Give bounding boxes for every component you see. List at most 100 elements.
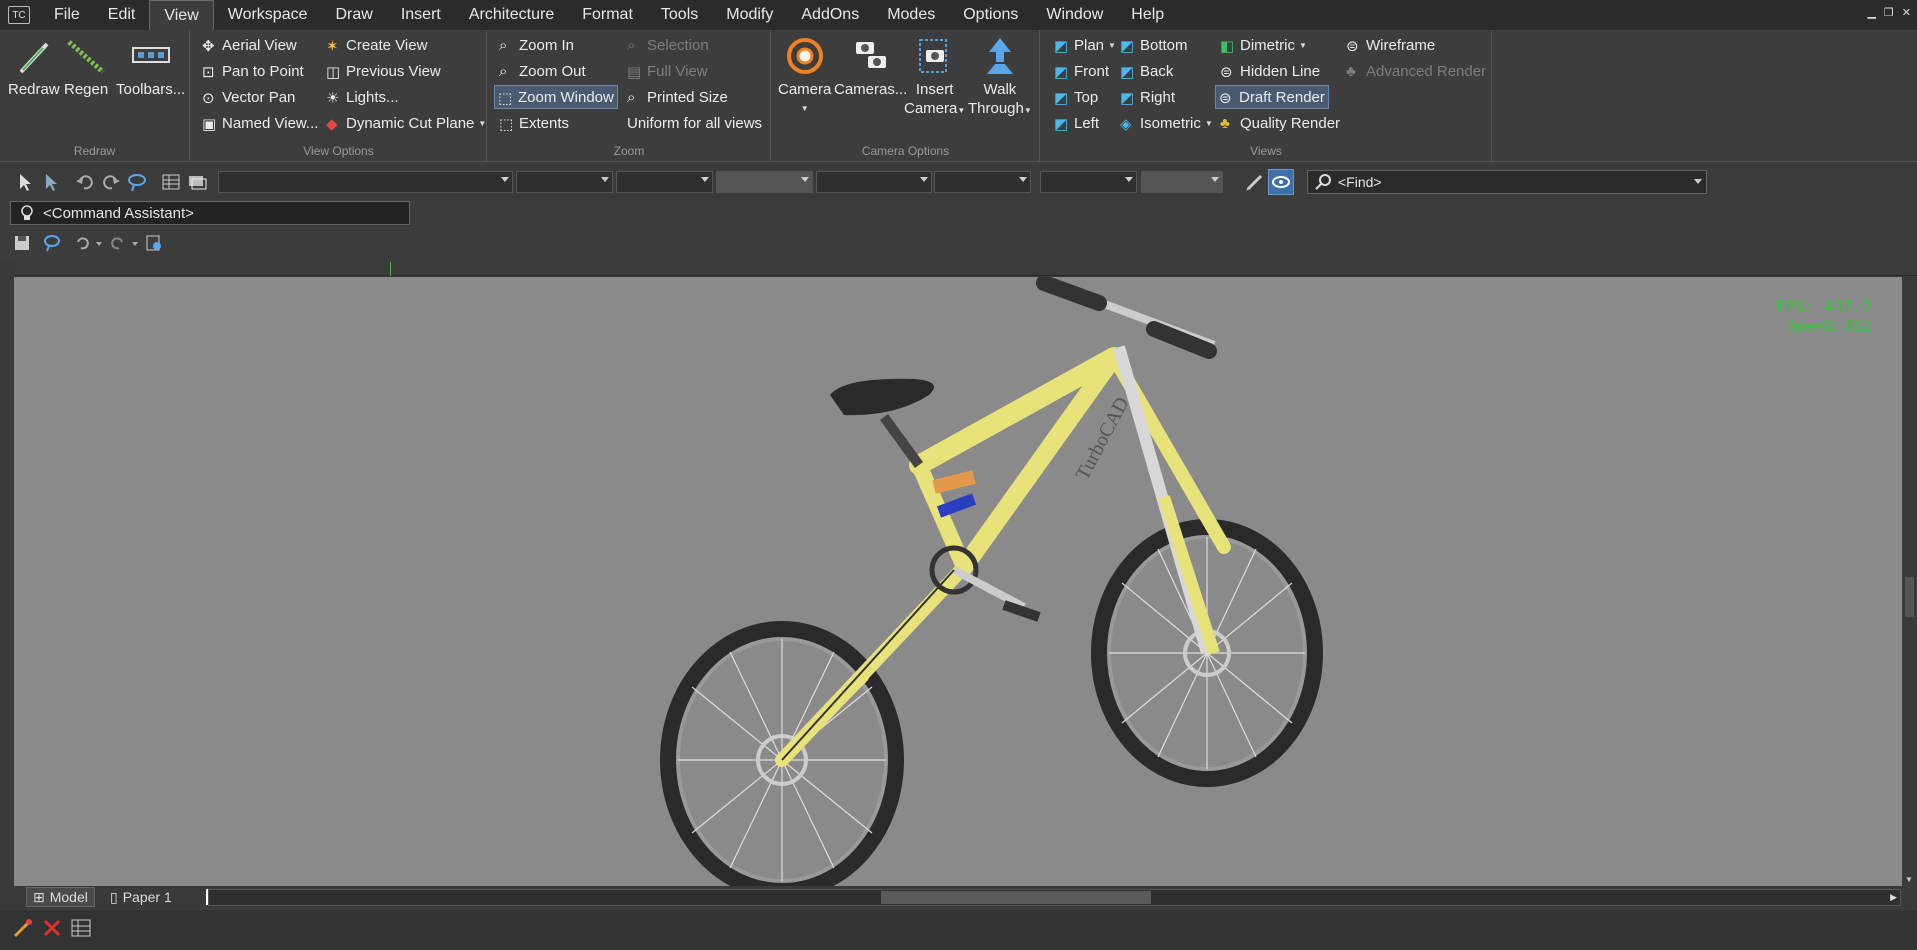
zoom-in-button[interactable]: ⌕ Zoom In [496, 33, 577, 57]
menu-modify[interactable]: Modify [712, 0, 787, 30]
draft-render-button[interactable]: ⊜ Draft Render [1215, 85, 1329, 109]
minimize-icon[interactable]: ▁ [1867, 6, 1875, 19]
dynamic-cut-plane-button[interactable]: ◆ Dynamic Cut Plane ▼ [323, 111, 489, 135]
render-toggle-icon[interactable] [1268, 169, 1294, 195]
vertical-scroll-thumb[interactable] [1905, 577, 1914, 617]
select-arrow-icon[interactable] [14, 171, 36, 193]
front-view-button[interactable]: ◩ Front [1051, 59, 1112, 83]
menu-insert[interactable]: Insert [387, 0, 455, 30]
scroll-right-icon[interactable]: ▶ [1890, 892, 1897, 903]
restore-icon[interactable]: ❐ [1884, 6, 1894, 19]
create-view-button[interactable]: ✶ Create View [323, 33, 430, 57]
layers-icon[interactable] [186, 171, 208, 193]
find-placeholder: <Find> [1338, 174, 1382, 190]
printed-size-button[interactable]: ⌕ Printed Size [624, 85, 731, 109]
tab-model[interactable]: ⊞ Model [26, 887, 95, 907]
pen-combo[interactable] [816, 171, 932, 193]
previous-view-button[interactable]: ◫ Previous View [323, 59, 444, 83]
menu-tools[interactable]: Tools [647, 0, 712, 30]
menu-modes[interactable]: Modes [873, 0, 949, 30]
right-view-button[interactable]: ◩ Right [1117, 85, 1178, 109]
lineweight-combo[interactable] [716, 171, 813, 193]
pencil-icon[interactable] [1244, 171, 1266, 193]
vector-pan-button[interactable]: ⊙ Vector Pan [199, 85, 298, 109]
vertical-scrollbar[interactable]: ▼ [1902, 277, 1917, 886]
app-icon[interactable]: TC [8, 6, 30, 24]
tab-paper-1[interactable]: ▯ Paper 1 [104, 887, 178, 907]
selection-button[interactable]: ⌕ Selection [624, 33, 712, 57]
menu-format[interactable]: Format [568, 0, 647, 30]
brush-combo[interactable] [934, 171, 1031, 193]
lasso-icon[interactable] [126, 171, 148, 193]
regen-button[interactable]: Regen [64, 36, 108, 99]
close-icon[interactable]: ✕ [1902, 6, 1911, 19]
quality-render-button[interactable]: ♣ Quality Render [1217, 111, 1343, 135]
menu-view[interactable]: View [149, 0, 214, 30]
thickness-combo[interactable] [1141, 171, 1223, 193]
menu-architecture[interactable]: Architecture [455, 0, 568, 30]
menu-window[interactable]: Window [1032, 0, 1117, 30]
wireframe-button[interactable]: ⊜ Wireframe [1343, 33, 1438, 57]
left-view-button[interactable]: ◩ Left [1051, 111, 1102, 135]
camera-target-icon [786, 38, 823, 74]
hidden-line-button[interactable]: ⊜ Hidden Line [1217, 59, 1323, 83]
dimetric-view-button[interactable]: ◧ Dimetric ▼ [1217, 33, 1310, 57]
group-view-options: ✥ Aerial View ⊡ Pan to Point ⊙ Vector Pan ▣… [191, 30, 487, 162]
insert-camera-button[interactable]: Insert Camera▼ [904, 36, 965, 120]
drawing-viewport[interactable]: FPS: 437.7 OpenGL ES2 TurboCAD [14, 277, 1902, 886]
extents-button[interactable]: ⬚ Extents [496, 111, 572, 135]
redraw-icon [19, 42, 49, 74]
undo-icon[interactable] [74, 171, 96, 193]
horizontal-scrollbar[interactable]: ▶ [208, 889, 1901, 906]
named-view-button[interactable]: ▣ Named View... [199, 111, 321, 135]
menu-addons[interactable]: AddOns [787, 0, 873, 30]
menu-draw[interactable]: Draw [321, 0, 386, 30]
top-view-button[interactable]: ◩ Top [1051, 85, 1101, 109]
table-view-icon[interactable] [70, 918, 92, 942]
table-icon[interactable] [160, 171, 182, 193]
redraw-button[interactable]: Redraw [8, 36, 60, 99]
customize-icon[interactable] [144, 233, 166, 255]
menu-edit[interactable]: Edit [94, 0, 150, 30]
snap-wand-icon[interactable] [12, 917, 34, 943]
linestyle-combo[interactable] [616, 171, 713, 193]
edit-tool-icon[interactable] [40, 171, 62, 193]
zoom-window-button[interactable]: ⬚ Zoom Window [494, 85, 618, 109]
plan-view-button[interactable]: ◩ Plan ▼ [1051, 33, 1119, 57]
pan-to-point-button[interactable]: ⊡ Pan to Point [199, 59, 307, 83]
lights-button[interactable]: ☀ Lights... [323, 85, 402, 109]
horizontal-scroll-thumb[interactable] [881, 891, 1151, 904]
save-icon[interactable] [12, 233, 34, 255]
walk-through-button[interactable]: Walk Through▼ [968, 36, 1032, 120]
full-view-button[interactable]: ▤ Full View [624, 59, 711, 83]
camera-button[interactable]: Camera ▼ [778, 36, 831, 118]
redo-icon[interactable] [100, 171, 122, 193]
vector-pan-icon: ⊙ [202, 90, 215, 107]
isometric-view-button[interactable]: ◈ Isometric ▼ [1117, 111, 1216, 135]
aerial-view-button[interactable]: ✥ Aerial View [199, 33, 300, 57]
advanced-render-button[interactable]: ♣ Advanced Render [1343, 59, 1489, 83]
chevron-down-icon[interactable] [1694, 179, 1702, 184]
uniform-all-views-button[interactable]: Uniform for all views [624, 111, 765, 135]
undo-history-icon[interactable] [72, 233, 102, 255]
layer-combo[interactable] [218, 171, 513, 193]
back-view-button[interactable]: ◩ Back [1117, 59, 1176, 83]
menu-options[interactable]: Options [949, 0, 1032, 30]
color-combo[interactable] [516, 171, 613, 193]
material-combo[interactable] [1040, 171, 1137, 193]
menu-help[interactable]: Help [1117, 0, 1178, 30]
cameras-button[interactable]: Cameras... [834, 36, 907, 99]
menu-workspace[interactable]: Workspace [214, 0, 322, 30]
lightbulb-icon [19, 204, 35, 226]
scroll-down-icon[interactable]: ▼ [1905, 875, 1913, 884]
bicycle-model[interactable]: TurboCAD [14, 277, 1902, 886]
redo-history-icon[interactable] [108, 233, 138, 255]
cancel-x-icon[interactable] [42, 918, 62, 942]
find-field[interactable]: <Find> [1307, 170, 1707, 194]
toolbars-button[interactable]: Toolbars... [116, 36, 185, 99]
command-assistant[interactable]: <Command Assistant> [10, 201, 410, 225]
bottom-view-button[interactable]: ◩ Bottom [1117, 33, 1191, 57]
menu-file[interactable]: File [40, 0, 94, 30]
lasso-select-icon[interactable] [42, 233, 64, 255]
zoom-out-button[interactable]: ⌕ Zoom Out [496, 59, 589, 83]
